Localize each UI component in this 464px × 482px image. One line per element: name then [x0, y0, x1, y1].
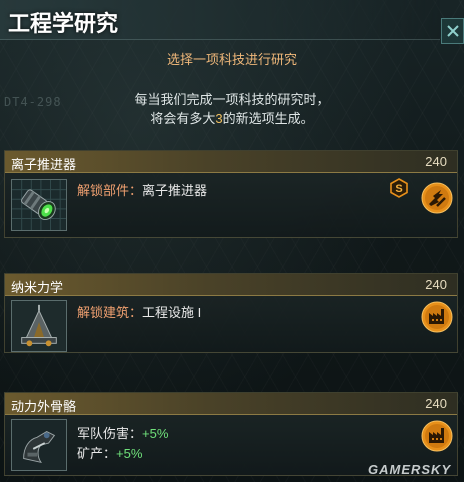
- tech-card-header: 动力外骨骼 240: [5, 393, 457, 415]
- tech-card-nanomechanics[interactable]: 纳米力学 240 解锁建筑：工程设施 I: [4, 273, 458, 353]
- industry-icon: [421, 301, 453, 333]
- tech-name: 纳米力学: [11, 280, 64, 295]
- title-bar: 工程学研究: [0, 0, 440, 40]
- instruction-text: 选择一项科技进行研究: [166, 52, 297, 67]
- badge-letter: S: [395, 183, 402, 195]
- tech-name: 离子推进器: [11, 157, 77, 172]
- option-count: 3: [215, 111, 223, 126]
- tech-effect: 军队伤害：+5%: [77, 423, 168, 442]
- description-line-1: 每当我们完成一项科技的研究时，: [134, 92, 330, 107]
- tech-cost: 240: [425, 396, 447, 411]
- tech-effect: 解锁部件：离子推进器: [77, 180, 207, 199]
- propulsion-icon: [421, 182, 453, 214]
- tech-name: 动力外骨骼: [11, 399, 77, 414]
- effect-value: 离子推进器: [142, 183, 208, 198]
- close-icon: [446, 25, 459, 37]
- description-prefix: 将会有多大: [150, 111, 216, 126]
- close-button[interactable]: [441, 18, 464, 44]
- tech-effect: 解锁建筑：工程设施 I: [77, 302, 201, 321]
- tech-effect: 矿产：+5%: [77, 443, 142, 462]
- tech-card-header: 离子推进器 240: [5, 151, 457, 173]
- exoskeleton-image: [11, 419, 67, 471]
- effect-label: 解锁建筑：: [77, 305, 143, 320]
- effect-label: 军队伤害：: [77, 426, 143, 441]
- tech-cost: 240: [425, 277, 447, 292]
- s-badge-icon: S: [390, 178, 408, 198]
- effect-value: +5%: [142, 426, 169, 441]
- description-line-2: 将会有多大3的新选项生成。: [0, 109, 464, 128]
- industry-icon: [421, 420, 453, 452]
- window-title: 工程学研究: [8, 11, 119, 36]
- effect-label: 矿产：: [77, 446, 117, 461]
- description-suffix: 的新选项生成。: [222, 111, 314, 126]
- nanomechanics-image: [11, 300, 67, 352]
- special-badge: S: [389, 178, 409, 198]
- effect-value: 工程设施 I: [142, 305, 202, 320]
- watermark: GAMERSKY: [368, 462, 452, 477]
- effect-value: +5%: [116, 446, 143, 461]
- effect-label: 解锁部件：: [77, 183, 143, 198]
- description: 每当我们完成一项科技的研究时， 将会有多大3的新选项生成。: [0, 90, 464, 128]
- ion-thruster-image: [11, 179, 67, 231]
- tech-card-ion-thruster[interactable]: 离子推进器 240 解锁部件：离子推进器 S: [4, 150, 458, 238]
- tech-cost: 240: [425, 154, 447, 169]
- tech-card-header: 纳米力学 240: [5, 274, 457, 296]
